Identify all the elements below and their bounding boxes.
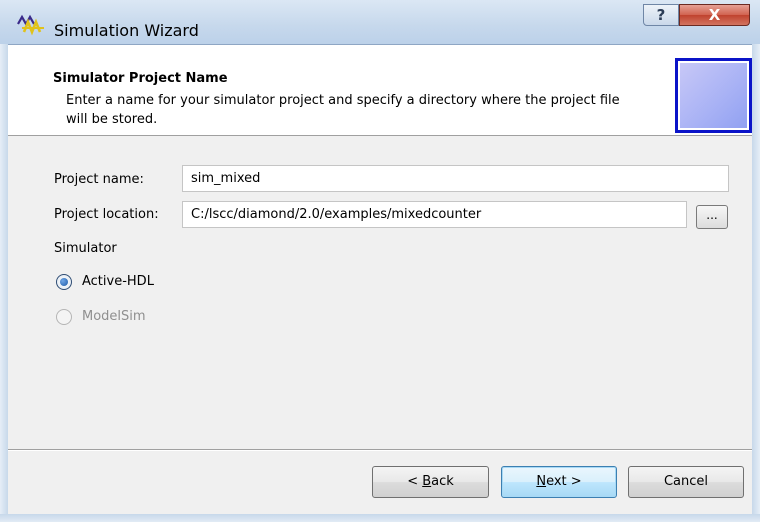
back-button-rest: ack: [431, 474, 454, 489]
modelsim-radio: [56, 309, 72, 325]
project-name-input[interactable]: [182, 165, 729, 192]
window-title: Simulation Wizard: [54, 21, 199, 40]
window-left-border: [0, 0, 8, 522]
next-button-mnemonic: N: [536, 474, 547, 489]
active-hdl-radio[interactable]: [56, 274, 72, 290]
back-button[interactable]: < Back: [372, 466, 489, 498]
close-icon[interactable]: X: [679, 4, 750, 26]
browse-button[interactable]: ...: [696, 205, 728, 229]
footer-divider: [8, 449, 752, 451]
modelsim-label: ModelSim: [82, 309, 146, 324]
simulation-wizard-window: Simulation Wizard ? X Simulator Project …: [0, 0, 760, 522]
page-title: Simulator Project Name: [53, 71, 228, 86]
next-button[interactable]: Next >: [501, 466, 617, 498]
simulator-group-label: Simulator: [54, 241, 117, 256]
app-wave-icon: [17, 14, 44, 36]
back-button-prefix: <: [407, 474, 423, 489]
back-button-mnemonic: B: [422, 474, 432, 489]
project-name-label: Project name:: [54, 172, 144, 187]
title-bar[interactable]: Simulation Wizard ? X: [0, 0, 760, 44]
next-button-rest: ext >: [546, 474, 582, 489]
cancel-button[interactable]: Cancel: [628, 466, 744, 498]
active-hdl-label[interactable]: Active-HDL: [82, 274, 154, 289]
window-right-border: [752, 0, 760, 522]
project-location-label: Project location:: [54, 207, 159, 222]
dialog-client-area: Simulator Project Name Enter a name for …: [8, 44, 752, 514]
wizard-header: Simulator Project Name Enter a name for …: [8, 45, 752, 136]
wizard-logo-icon: [675, 58, 752, 133]
window-bottom-border: [0, 514, 760, 522]
help-icon[interactable]: ?: [643, 4, 679, 26]
page-description: Enter a name for your simulator project …: [66, 93, 620, 127]
project-location-input[interactable]: [182, 201, 687, 228]
